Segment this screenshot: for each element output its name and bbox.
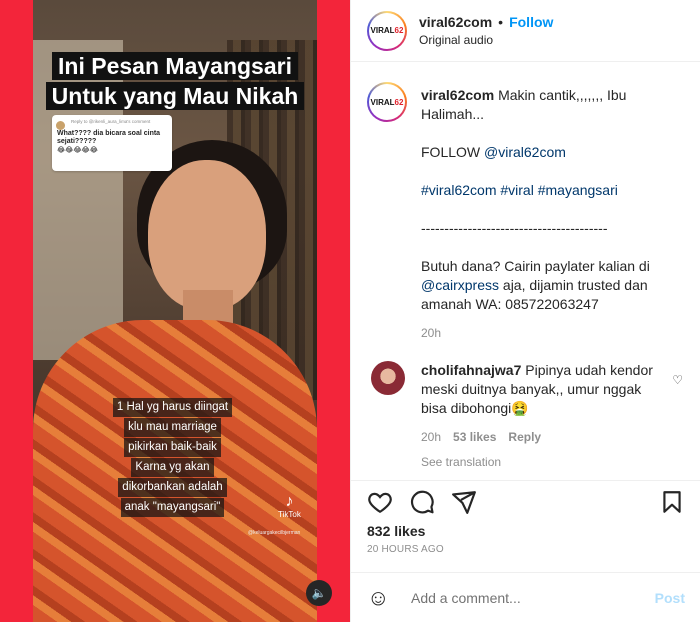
reply-text: What???? dia bicara soal cinta sejati???… <box>57 130 161 145</box>
video-panel[interactable]: Ini Pesan Mayangsari Untuk yang Mau Nika… <box>0 0 350 622</box>
see-translation-link[interactable]: See translation <box>421 453 661 472</box>
likes-count[interactable]: 832 likes <box>367 523 685 539</box>
comment-item: cholifahnajwa7 Pipinya udah kendor meski… <box>367 361 685 472</box>
mute-toggle-button[interactable]: 🔈 <box>306 580 332 606</box>
post-comment-button[interactable]: Post <box>655 590 685 606</box>
comment-time: 20h <box>421 430 442 444</box>
follow-prefix: FOLLOW <box>421 144 481 160</box>
caption-username[interactable]: viral62com <box>421 87 494 103</box>
reply-avatar <box>56 121 65 130</box>
comment-like-heart-icon[interactable]: ♡ <box>672 373 683 387</box>
heart-icon[interactable] <box>367 489 393 515</box>
reply-meta: Reply to @rikenli_aura_lima's comment <box>71 119 151 124</box>
video-title-line-2: Untuk yang Mau Nikah <box>45 82 305 110</box>
avatar-logo: VIRAL 62 <box>369 84 405 120</box>
bookmark-icon[interactable] <box>659 489 685 515</box>
speaker-icon: 🔈 <box>311 586 327 600</box>
reply-emojis: 😂😂😂😂😂 <box>57 147 98 154</box>
comment-username[interactable]: cholifahnajwa7 <box>421 362 521 378</box>
ad-handle-link[interactable]: @cairxpress <box>421 277 499 293</box>
tiktok-username: @keluargakecilbjerman <box>248 530 301 536</box>
comment-input[interactable] <box>411 589 655 606</box>
caption-separator: ---------------------------------------- <box>421 220 608 236</box>
tiktok-label: TikTok <box>278 510 301 519</box>
post-age: 20 HOURS AGO <box>367 544 444 555</box>
comment-reply-button[interactable]: Reply <box>508 428 541 447</box>
tiktok-watermark: ♪ TikTok <box>278 493 301 520</box>
video-caption-line: dikorbankan adalah <box>118 478 227 497</box>
comments-section[interactable]: VIRAL 62 viral62com Makin cantik,,,,,,, I… <box>351 62 700 480</box>
audio-label[interactable]: Original audio <box>419 33 553 47</box>
follow-button[interactable]: Follow <box>509 14 553 30</box>
video-caption: 1 Hal yg harus diingat klu mau marriage … <box>80 398 265 518</box>
video-title-line-1: Ini Pesan Mayangsari <box>52 52 298 80</box>
post-caption: VIRAL 62 viral62com Makin cantik,,,,,,, I… <box>367 74 685 343</box>
commenter-avatar[interactable] <box>371 361 405 395</box>
comment-likes[interactable]: 53 likes <box>453 428 496 447</box>
ad-text-1: Butuh dana? Cairin paylater kalian di <box>421 258 650 274</box>
video-caption-line: anak "mayangsari" <box>120 498 225 517</box>
tiktok-reply-card: Reply to @rikenli_aura_lima's comment Wh… <box>52 115 172 171</box>
video-title: Ini Pesan Mayangsari Untuk yang Mau Nika… <box>4 52 346 112</box>
add-comment-bar: ☺ Post <box>351 572 700 622</box>
post-actions: 832 likes 20 HOURS AGO <box>351 480 700 572</box>
video-caption-line: klu mau marriage <box>124 418 221 437</box>
video-caption-line: pikirkan baik-baik <box>124 438 221 457</box>
caption-avatar[interactable]: VIRAL 62 <box>367 82 407 122</box>
profile-avatar[interactable]: VIRAL 62 <box>367 10 407 51</box>
video-caption-line: Karna yg akan <box>131 458 214 477</box>
video-caption-line: 1 Hal yg harus diingat <box>112 398 233 417</box>
share-icon[interactable] <box>451 489 477 515</box>
tiktok-icon: ♪ <box>285 493 294 510</box>
follow-handle-link[interactable]: @viral62com <box>484 144 566 160</box>
comment-icon[interactable] <box>409 489 435 515</box>
separator-dot: • <box>498 14 504 30</box>
person-face <box>148 160 266 310</box>
post-header: VIRAL 62 viral62com • Follow Original aud… <box>351 0 700 62</box>
header-username[interactable]: viral62com <box>419 14 492 30</box>
avatar-logo: VIRAL 62 <box>369 12 405 49</box>
hashtags[interactable]: #viral62com #viral #mayangsari <box>421 181 661 200</box>
caption-time: 20h <box>421 326 442 340</box>
post-panel: VIRAL 62 viral62com • Follow Original aud… <box>350 0 700 622</box>
emoji-icon[interactable]: ☺ <box>367 585 393 611</box>
